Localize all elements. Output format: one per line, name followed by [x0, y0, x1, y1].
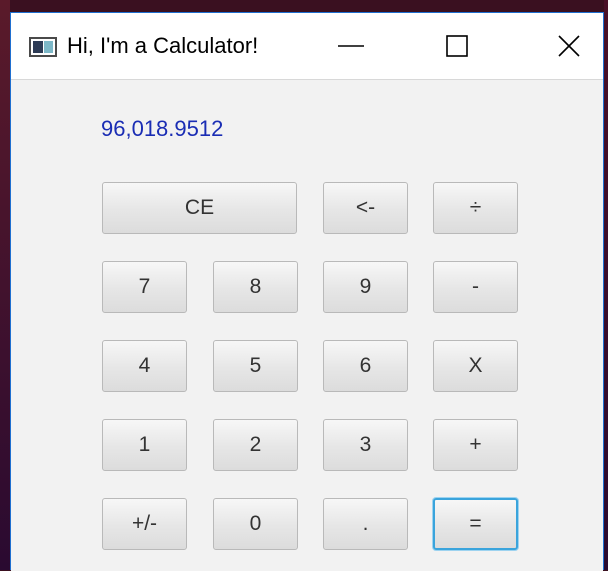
digit-0-button[interactable]: 0 [213, 498, 298, 550]
digit-3-button[interactable]: 3 [323, 419, 408, 471]
desktop-background-left [0, 0, 10, 570]
calculator-window: Hi, I'm a Calculator! 96,018.9512 CE <- … [10, 12, 604, 571]
equals-button[interactable]: = [433, 498, 518, 550]
clear-entry-button[interactable]: CE [102, 182, 297, 234]
result-display: 96,018.9512 [101, 116, 224, 141]
digit-9-button[interactable]: 9 [323, 261, 408, 313]
add-button[interactable]: + [433, 419, 518, 471]
close-button[interactable] [539, 13, 599, 79]
multiply-button[interactable]: X [433, 340, 518, 392]
divide-button[interactable]: ÷ [433, 182, 518, 234]
digit-6-button[interactable]: 6 [323, 340, 408, 392]
digit-1-button[interactable]: 1 [102, 419, 187, 471]
minimize-button[interactable] [321, 13, 381, 79]
maximize-icon [446, 35, 468, 57]
title-bar[interactable]: Hi, I'm a Calculator! [11, 13, 603, 80]
maximize-button[interactable] [427, 13, 487, 79]
digit-7-button[interactable]: 7 [102, 261, 187, 313]
window-title: Hi, I'm a Calculator! [67, 33, 259, 58]
minimize-icon [338, 45, 364, 47]
digit-8-button[interactable]: 8 [213, 261, 298, 313]
close-icon [558, 35, 580, 57]
java-app-icon [29, 37, 57, 57]
app-icon-left-pane [33, 41, 43, 53]
app-icon-right-pane [44, 41, 53, 53]
desktop-background-right [604, 0, 608, 570]
backspace-button[interactable]: <- [323, 182, 408, 234]
decimal-point-button[interactable]: . [323, 498, 408, 550]
digit-5-button[interactable]: 5 [213, 340, 298, 392]
negate-button[interactable]: +/- [102, 498, 187, 550]
calculator-body: 96,018.9512 CE <- ÷ 7 8 9 - 4 5 6 X 1 2 … [11, 80, 603, 571]
digit-2-button[interactable]: 2 [213, 419, 298, 471]
subtract-button[interactable]: - [433, 261, 518, 313]
digit-4-button[interactable]: 4 [102, 340, 187, 392]
